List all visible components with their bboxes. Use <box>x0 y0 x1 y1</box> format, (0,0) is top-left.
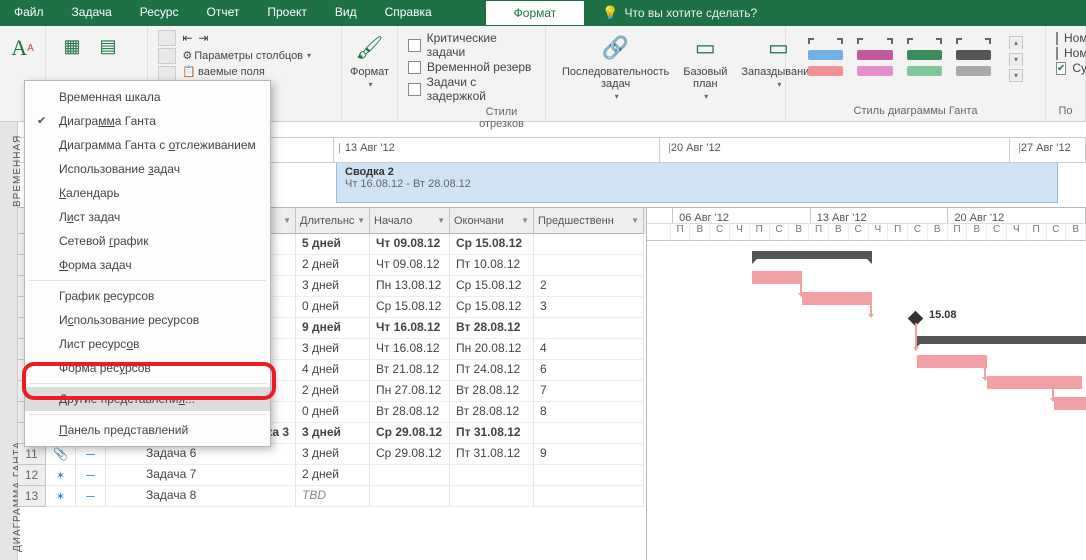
indent-left-icon[interactable]: ⇤ <box>182 31 192 45</box>
menu-resource[interactable]: Ресурс <box>126 0 193 26</box>
menu-task[interactable]: Задача <box>58 0 126 26</box>
path-icon: 🔗 <box>600 32 632 64</box>
view-task-sheet[interactable]: Лист задач <box>25 205 270 229</box>
gantt-style-1[interactable] <box>808 36 843 82</box>
format-bars-button[interactable]: 🖌 Формат ▾ <box>352 30 387 91</box>
view-dropdown-menu: Временная шкала Диаграмма Ганта Диаграмм… <box>24 80 271 447</box>
gantt-bar-task5[interactable] <box>987 376 1082 389</box>
layout-button[interactable]: ▤ <box>92 30 124 62</box>
table-row[interactable]: 12✶─Задача 72 дней <box>18 465 646 486</box>
col-predecessors[interactable]: Предшественн▼ <box>534 208 644 234</box>
col-duration[interactable]: Длительнс▼ <box>296 208 370 234</box>
text-a-icon: AA <box>7 32 39 64</box>
table-row[interactable]: 11📎─Задача 63 днейСр 29.08.12Пт 31.08.12… <box>18 444 646 465</box>
col-finish[interactable]: Окончани▼ <box>450 208 534 234</box>
group-ganttstyle-label: Стиль диаграммы Ганта <box>796 103 1035 119</box>
check-late[interactable]: Задачи с задержкой <box>408 75 535 103</box>
view-task-usage[interactable]: Использование задач <box>25 157 270 181</box>
custom-fields[interactable]: 📋 ваемые поля <box>182 65 311 78</box>
view-gantt-chart[interactable]: Диаграмма Ганта <box>25 109 270 133</box>
group-last-label: По <box>1056 103 1075 119</box>
gantt-bar-task3[interactable] <box>802 292 872 305</box>
view-resource-usage[interactable]: Использование ресурсов <box>25 308 270 332</box>
lightbulb-icon: 💡 <box>602 5 618 21</box>
gantt-bar-task4[interactable] <box>917 355 987 368</box>
task-path-button[interactable]: 🔗 Последовательность задач▾ <box>556 30 675 103</box>
gantt-chart[interactable]: 06 Авг '12 13 Авг '12 20 Авг '12 ПВСЧПСВ… <box>646 207 1086 560</box>
paint-icon: 🖌 <box>354 32 386 64</box>
grid-icon: ▦ <box>56 30 88 62</box>
gantt-style-4[interactable] <box>956 36 991 82</box>
timeline-summary-bar[interactable]: Сводка 2 Чт 16.08.12 - Вт 28.08.12 <box>336 163 1058 203</box>
check-slack[interactable]: Временной резерв <box>408 60 535 74</box>
view-task-form[interactable]: Форма задач <box>25 253 270 277</box>
check-outline[interactable]: Ном <box>1056 31 1075 45</box>
indent-right-icon[interactable]: ⇥ <box>198 31 208 45</box>
tellme-label: Что вы хотите сделать? <box>625 6 758 20</box>
view-tracking-gantt[interactable]: Диаграмма Ганта с отслеживанием <box>25 133 270 157</box>
layout-icon: ▤ <box>92 30 124 62</box>
gantt-body: 15.08 <box>647 241 1086 560</box>
view-resource-graph[interactable]: График ресурсов <box>25 284 270 308</box>
menu-help[interactable]: Справка <box>371 0 446 26</box>
view-timeline[interactable]: Временная шкала <box>25 85 270 109</box>
gantt-summary-1[interactable] <box>752 251 872 259</box>
col-start[interactable]: Начало▼ <box>370 208 450 234</box>
view-more-views[interactable]: Другие представления... <box>25 387 270 411</box>
tellme-search[interactable]: 💡 Что вы хотите сделать? <box>602 0 757 26</box>
gantt-summary-2[interactable] <box>915 336 1086 344</box>
group-barstyles-label: Стили отрезков <box>468 104 535 132</box>
view-sidebar: ВРЕМЕННАЯ ДИАГРАММА ГАНТА <box>0 122 18 560</box>
gridlines-button[interactable]: ▦ <box>56 30 88 62</box>
view-calendar[interactable]: Календарь <box>25 181 270 205</box>
menu-view[interactable]: Вид <box>321 0 371 26</box>
column-insert-buttons[interactable] <box>158 30 176 82</box>
tab-format[interactable]: Формат <box>486 1 585 25</box>
gantt-style-gallery[interactable]: ▴▾▾ <box>796 30 1035 82</box>
view-network-diagram[interactable]: Сетевой график <box>25 229 270 253</box>
gallery-scroll[interactable]: ▴▾▾ <box>1009 36 1023 82</box>
menubar: Файл Задача Ресурс Отчет Проект Вид Спра… <box>0 0 1086 26</box>
gantt-style-2[interactable] <box>857 36 892 82</box>
check-critical[interactable]: Критические задачи <box>408 31 535 59</box>
check-number[interactable]: Ном <box>1056 46 1075 60</box>
view-resource-form[interactable]: Форма ресурсов <box>25 356 270 380</box>
menu-project[interactable]: Проект <box>253 0 321 26</box>
baseline-icon: ▭ <box>689 32 721 64</box>
view-resource-sheet[interactable]: Лист ресурсов <box>25 332 270 356</box>
table-row[interactable]: 13✶─Задача 8TBD <box>18 486 646 507</box>
baseline-button[interactable]: ▭ Базовый план▾ <box>677 30 733 103</box>
gantt-bar-task2[interactable] <box>752 271 802 284</box>
gantt-style-3[interactable] <box>907 36 942 82</box>
column-settings[interactable]: ⚙ Параметры столбцов▾ <box>182 49 311 62</box>
view-panel[interactable]: Панель представлений <box>25 418 270 442</box>
gantt-bar-task6[interactable] <box>1054 397 1086 410</box>
check-summary[interactable]: Сум <box>1056 61 1075 75</box>
menu-report[interactable]: Отчет <box>192 0 253 26</box>
menu-file[interactable]: Файл <box>0 0 58 26</box>
gantt-milestone-label: 15.08 <box>929 309 957 321</box>
text-styles-button[interactable]: AA <box>10 30 35 66</box>
